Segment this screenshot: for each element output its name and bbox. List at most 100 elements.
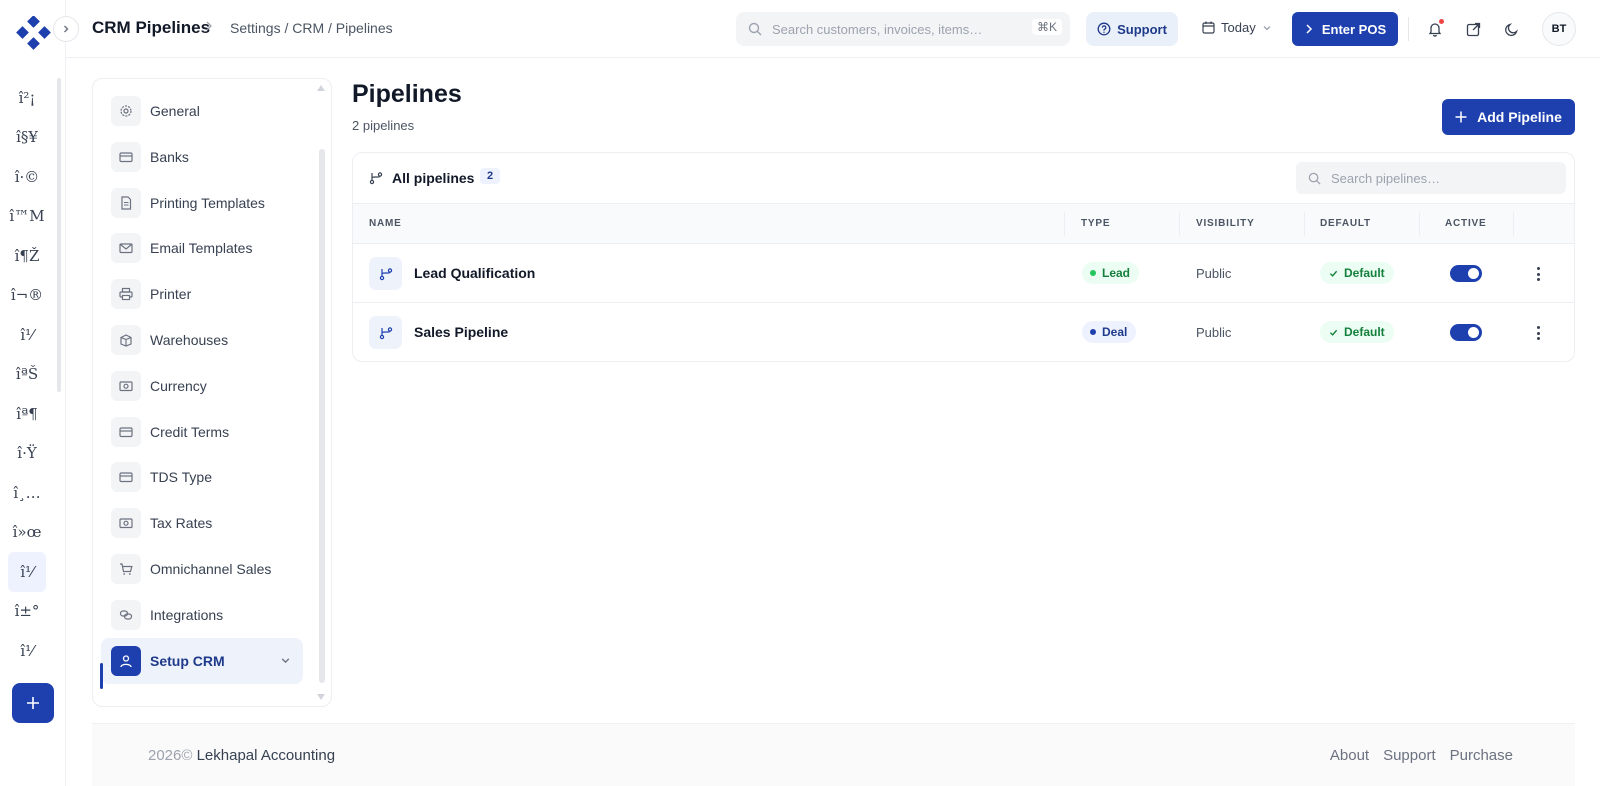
active-toggle[interactable] <box>1450 324 1482 341</box>
table-row[interactable]: Lead Qualification Lead Public Default <box>353 244 1574 303</box>
search-icon <box>1308 172 1321 185</box>
column-header-name[interactable]: NAME <box>369 218 402 229</box>
pipeline-name[interactable]: Sales Pipeline <box>414 324 508 340</box>
settings-nav-label: Email Templates <box>150 240 253 257</box>
footer-link-about[interactable]: About <box>1330 747 1369 764</box>
footer: 2026© Lekhapal Accounting About Support … <box>92 723 1575 786</box>
breadcrumb[interactable]: Settings / CRM / Pipelines <box>230 20 393 36</box>
default-label: Default <box>1344 266 1385 280</box>
date-range-select[interactable]: Today <box>1202 20 1272 35</box>
branch-icon <box>369 172 383 185</box>
add-pipeline-button[interactable]: Add Pipeline <box>1442 99 1575 135</box>
pipeline-search-input[interactable]: Search pipelines… <box>1296 162 1566 194</box>
notifications-button[interactable] <box>1424 18 1446 40</box>
rail-nav-item-3[interactable]: î·© <box>8 157 46 197</box>
settings-nav-scrollbar[interactable] <box>319 149 325 683</box>
box-icon <box>111 325 141 355</box>
settings-nav-item-banks[interactable]: Banks <box>101 134 303 180</box>
rail-nav-item-7[interactable]: î¹⁄ <box>8 315 46 355</box>
row-menu-icon[interactable] <box>1529 323 1547 343</box>
settings-nav-label: Printing Templates <box>150 194 265 211</box>
copyright-year: 2026© <box>148 747 193 764</box>
scroll-up-icon[interactable] <box>317 85 325 91</box>
document-icon <box>111 187 141 218</box>
settings-nav-item-omnichannel-sales[interactable]: Omnichannel Sales <box>101 546 303 592</box>
column-header-default[interactable]: DEFAULT <box>1320 218 1371 229</box>
column-header-visibility[interactable]: VISIBILITY <box>1196 218 1255 229</box>
user-avatar[interactable]: BT <box>1542 12 1576 46</box>
open-external-button[interactable] <box>1462 18 1484 40</box>
sidebar-toggle-button[interactable] <box>53 16 79 42</box>
rail-nav-item-10[interactable]: î·Ÿ <box>8 434 46 474</box>
pipeline-name[interactable]: Lead Qualification <box>414 265 535 281</box>
active-toggle[interactable] <box>1450 265 1482 282</box>
settings-nav-label: Credit Terms <box>150 423 230 440</box>
mail-icon <box>111 233 141 264</box>
rail-nav-item-8[interactable]: îªŠ <box>8 355 46 395</box>
footer-links: About Support Purchase <box>1330 747 1513 764</box>
chevron-right-icon <box>1306 24 1312 34</box>
global-search-input[interactable]: Search customers, invoices, items… ⌘K <box>736 12 1070 46</box>
column-header-type[interactable]: TYPE <box>1081 218 1110 229</box>
column-divider <box>1419 212 1420 236</box>
rail-nav-item-14[interactable]: î±° <box>8 592 46 632</box>
settings-nav-item-email-templates[interactable]: Email Templates <box>101 225 303 271</box>
copyright: 2026© Lekhapal Accounting <box>148 747 335 764</box>
count-badge: 2 <box>480 168 501 184</box>
rail-nav-item-13[interactable]: î¹⁄ <box>8 552 46 592</box>
theme-toggle-button[interactable] <box>1500 18 1522 40</box>
settings-nav-item-credit-terms[interactable]: Credit Terms <box>101 409 303 455</box>
link-icon <box>111 599 141 630</box>
rail-nav-item-2[interactable]: î§¥ <box>8 118 46 158</box>
rail-nav-item-15[interactable]: î¹⁄ <box>8 631 46 671</box>
enter-pos-button[interactable]: Enter POS <box>1292 12 1398 46</box>
settings-nav-item-tax-rates[interactable]: Tax Rates <box>101 500 303 546</box>
page-title: CRM Pipelines <box>92 18 211 37</box>
rail-nav-item-12[interactable]: î»œ <box>8 513 46 553</box>
settings-nav-item-general[interactable]: General <box>101 88 303 134</box>
footer-link-purchase[interactable]: Purchase <box>1450 747 1513 764</box>
settings-nav-item-warehouses[interactable]: Warehouses <box>101 317 303 363</box>
rail-nav-item-1[interactable]: î²¡ <box>8 78 46 118</box>
scroll-down-icon[interactable] <box>317 694 325 700</box>
rail-nav-list: î²¡ î§¥ î·© î™M î¶Ž î¬® î¹⁄ îªŠ îª¶ î·Ÿ î¸… î»œ î¹⁄ î… <box>8 78 48 671</box>
toggle-knob <box>1468 268 1479 279</box>
chevron-right-icon <box>64 25 69 33</box>
rail-nav-item-5[interactable]: î¶Ž <box>8 236 46 276</box>
footer-link-support[interactable]: Support <box>1383 747 1436 764</box>
check-icon <box>1329 329 1338 336</box>
settings-nav-label: Currency <box>150 377 207 394</box>
settings-nav-item-printer[interactable]: Printer <box>101 271 303 317</box>
rail-nav-item-6[interactable]: î¬® <box>8 276 46 316</box>
support-button[interactable]: Support <box>1086 12 1178 46</box>
settings-nav-label: Tax Rates <box>150 515 213 532</box>
company-name[interactable]: Lekhapal Accounting <box>197 747 335 764</box>
type-badge: Lead <box>1082 262 1140 284</box>
settings-nav-item-printing-templates[interactable]: Printing Templates <box>101 180 303 226</box>
section-title: Pipelines <box>352 80 462 108</box>
table-row[interactable]: Sales Pipeline Deal Public Default <box>353 303 1574 361</box>
chevron-down-icon <box>1263 25 1271 30</box>
user-icon <box>111 645 141 676</box>
settings-nav-item-setup-crm[interactable]: Setup CRM <box>101 637 303 684</box>
search-icon <box>748 22 762 36</box>
rail-nav-item-11[interactable]: î¸… <box>8 473 46 513</box>
header-divider <box>1408 17 1409 41</box>
toggle-knob <box>1468 327 1479 338</box>
row-menu-icon[interactable] <box>1529 264 1547 284</box>
top-header: CRM Pipelines Settings / CRM / Pipelines… <box>66 0 1600 58</box>
settings-nav-item-currency[interactable]: Currency <box>101 363 303 409</box>
settings-nav-label: Banks <box>150 148 189 165</box>
settings-nav-item-tds-type[interactable]: TDS Type <box>101 454 303 500</box>
settings-nav-item-integrations[interactable]: Integrations <box>101 592 303 638</box>
quick-add-button[interactable] <box>12 683 54 723</box>
app-logo-icon[interactable] <box>12 16 54 50</box>
rail-nav-item-4[interactable]: î™M <box>8 197 46 237</box>
column-header-active[interactable]: ACTIVE <box>1445 218 1486 229</box>
settings-nav: General Banks Printing Templates Email Temp… <box>92 78 332 707</box>
settings-nav-label: Integrations <box>150 606 224 623</box>
rail-scrollbar[interactable] <box>57 78 61 392</box>
settings-nav-label: General <box>150 103 200 119</box>
rail-nav-item-9[interactable]: îª¶ <box>8 394 46 434</box>
table-header: NAME TYPE VISIBILITY DEFAULT ACTIVE <box>353 204 1574 244</box>
